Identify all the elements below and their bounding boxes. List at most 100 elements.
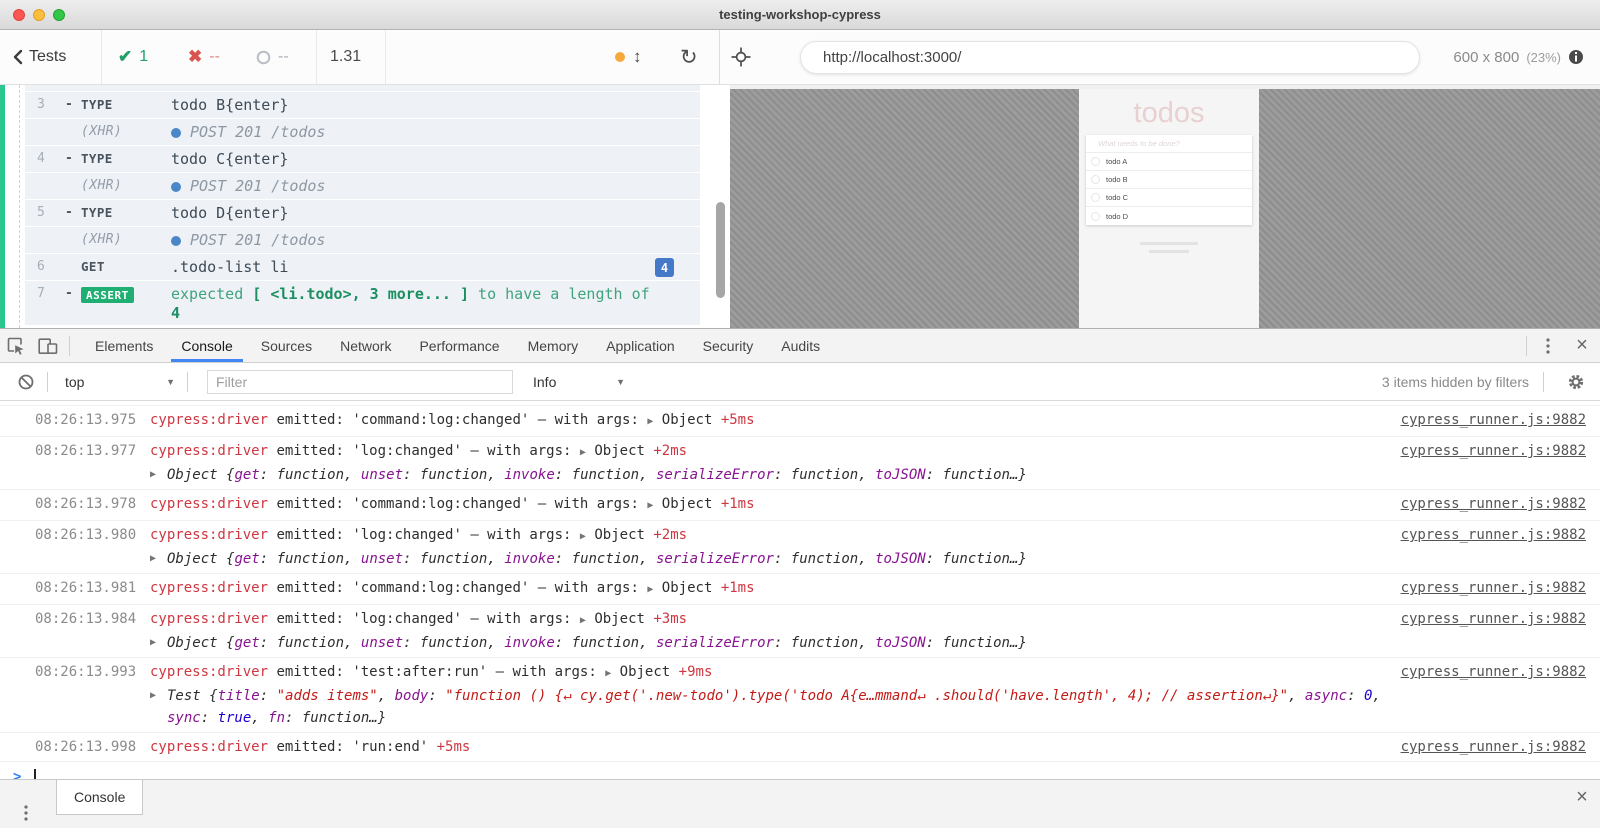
log-event: 'log:changed' — [352, 611, 462, 627]
tab-security[interactable]: Security — [689, 329, 768, 362]
auto-scroll-toggle[interactable]: ↕ — [615, 30, 642, 84]
command-row[interactable]: 3-TYPEtodo B{enter} — [25, 92, 700, 118]
tab-application[interactable]: Application — [592, 329, 689, 362]
xhr-message: POST 201 /todos — [190, 123, 325, 142]
crosshair-icon — [731, 47, 751, 67]
command-row[interactable]: (XHR)POST 201 /todos — [25, 173, 700, 199]
source-link[interactable]: cypress_runner.js:9882 — [1401, 661, 1586, 683]
expand-triangle-icon[interactable]: ▶ — [150, 632, 167, 654]
inspect-element-button[interactable] — [0, 329, 32, 362]
log-text: emitted: — [268, 527, 352, 543]
todo-item[interactable]: todo A — [1086, 153, 1252, 171]
reporter-scrollbar[interactable] — [716, 202, 725, 298]
source-link[interactable]: cypress_runner.js:9882 — [1401, 608, 1586, 630]
preview-segment: , — [1372, 688, 1380, 704]
source-link[interactable]: cypress_runner.js:9882 — [1401, 440, 1586, 462]
source-link[interactable]: cypress_runner.js:9882 — [1401, 409, 1586, 431]
console-entry: 08:26:13.998cypress:driver emitted: 'run… — [0, 733, 1600, 762]
log-content: cypress:driver emitted: 'command:log:cha… — [150, 493, 1389, 517]
gear-icon — [1567, 373, 1585, 391]
command-row[interactable]: (XHR) POST 201 /todos — [25, 119, 700, 145]
command-message: .todo-list li — [171, 258, 690, 277]
tab-sources[interactable]: Sources — [247, 329, 326, 362]
log-event: 'run:end' — [352, 739, 428, 755]
tab-network[interactable]: Network — [326, 329, 405, 362]
todo-toggle[interactable] — [1091, 212, 1100, 221]
new-todo-placeholder: What needs to be done? — [1098, 139, 1180, 148]
todo-item[interactable]: todo D — [1086, 207, 1252, 225]
url-bar[interactable]: http://localhost:3000/ — [800, 41, 1420, 74]
console-entry: 08:26:13.993cypress:driver emitted: 'tes… — [0, 658, 1600, 733]
log-text: – with args: — [462, 443, 580, 459]
new-todo-input[interactable]: What needs to be done? — [1086, 135, 1252, 153]
tab-audits[interactable]: Audits — [767, 329, 834, 362]
log-event: 'log:changed' — [352, 443, 462, 459]
chevron-down-icon: ▼ — [616, 377, 625, 387]
check-icon: ✔ — [118, 47, 132, 67]
assert-badge: ASSERT — [81, 287, 134, 303]
todo-toggle[interactable] — [1091, 157, 1100, 166]
log-text: – with args: — [529, 580, 647, 596]
expand-triangle-icon[interactable]: ▶ — [150, 685, 167, 729]
todo-item[interactable]: todo C — [1086, 189, 1252, 207]
tab-console[interactable]: Console — [167, 329, 246, 362]
command-method: (XHR) — [81, 123, 159, 139]
console-filter-input[interactable] — [207, 370, 513, 394]
command-row[interactable]: 6GET.todo-list li4 — [25, 254, 700, 280]
test-passed-bar — [0, 85, 5, 328]
back-to-tests-button[interactable]: Tests — [12, 30, 66, 84]
log-level-select[interactable]: Info ▼ — [533, 374, 625, 390]
source-link[interactable]: cypress_runner.js:9882 — [1401, 736, 1586, 758]
source-link[interactable]: cypress_runner.js:9882 — [1401, 577, 1586, 599]
log-timestamp: 08:26:13.975 — [35, 409, 150, 433]
console-prompt[interactable]: > — [0, 762, 1600, 779]
clear-console-button[interactable] — [10, 363, 42, 400]
tab-memory[interactable]: Memory — [514, 329, 593, 362]
console-settings-button[interactable] — [1560, 363, 1592, 400]
tab-elements[interactable]: Elements — [81, 329, 167, 362]
drawer-close-button[interactable]: × — [1564, 786, 1600, 809]
devtools-close-button[interactable]: × — [1564, 334, 1600, 357]
inspect-cursor-icon — [7, 337, 25, 355]
log-timestamp: 08:26:13.981 — [35, 577, 150, 601]
execution-context-select[interactable]: top ▼ — [65, 374, 175, 390]
divider — [101, 30, 102, 84]
preview-segment: : — [1347, 688, 1364, 704]
command-row[interactable]: 4-TYPEtodo C{enter} — [25, 146, 700, 172]
preview-segment: , — [1288, 688, 1305, 704]
assert-message-segment: 4 — [171, 304, 180, 322]
todo-toggle[interactable] — [1091, 193, 1100, 202]
preview-segment: : function, — [403, 635, 504, 651]
viewport-scale: (23%) — [1526, 50, 1561, 65]
devtools-menu-button[interactable] — [1532, 329, 1564, 362]
command-method: GET — [81, 258, 159, 274]
source-link[interactable]: cypress_runner.js:9882 — [1401, 493, 1586, 515]
command-method: TYPE — [81, 150, 159, 166]
expand-triangle-icon[interactable]: ▶ — [150, 464, 167, 486]
selector-playground-button[interactable] — [731, 30, 751, 84]
preview-segment: : function, — [260, 635, 361, 651]
command-row[interactable]: 7-ASSERTexpected [ <li.todo>, 3 more... … — [25, 281, 700, 325]
command-row[interactable]: 5-TYPEtodo D{enter} — [25, 200, 700, 226]
todo-toggle[interactable] — [1091, 175, 1100, 184]
log-text: – with args: — [487, 664, 605, 680]
drawer-menu-button[interactable] — [10, 788, 42, 828]
command-message: expected [ <li.todo>, 3 more... ] to hav… — [171, 285, 690, 323]
drawer-tab-console[interactable]: Console — [56, 780, 143, 815]
log-text: emitted: — [268, 443, 352, 459]
info-icon[interactable] — [1568, 49, 1584, 65]
source-link[interactable]: cypress_runner.js:9882 — [1401, 524, 1586, 546]
command-child-dash — [65, 123, 81, 124]
device-toolbar-button[interactable] — [32, 329, 64, 362]
todo-list: todo Atodo Btodo Ctodo D — [1086, 153, 1252, 225]
circle-icon — [256, 50, 271, 65]
expand-triangle-icon[interactable]: ▶ — [150, 548, 167, 570]
command-row[interactable]: (XHR)POST 201 /todos — [25, 227, 700, 253]
tab-performance[interactable]: Performance — [405, 329, 513, 362]
log-namespace: cypress:driver — [150, 611, 268, 627]
reload-tests-button[interactable]: ↻ — [680, 30, 698, 84]
command-method: (XHR) — [81, 177, 159, 193]
todo-item[interactable]: todo B — [1086, 171, 1252, 189]
preview-segment: true — [218, 710, 252, 726]
preview-segment: get — [234, 467, 259, 483]
